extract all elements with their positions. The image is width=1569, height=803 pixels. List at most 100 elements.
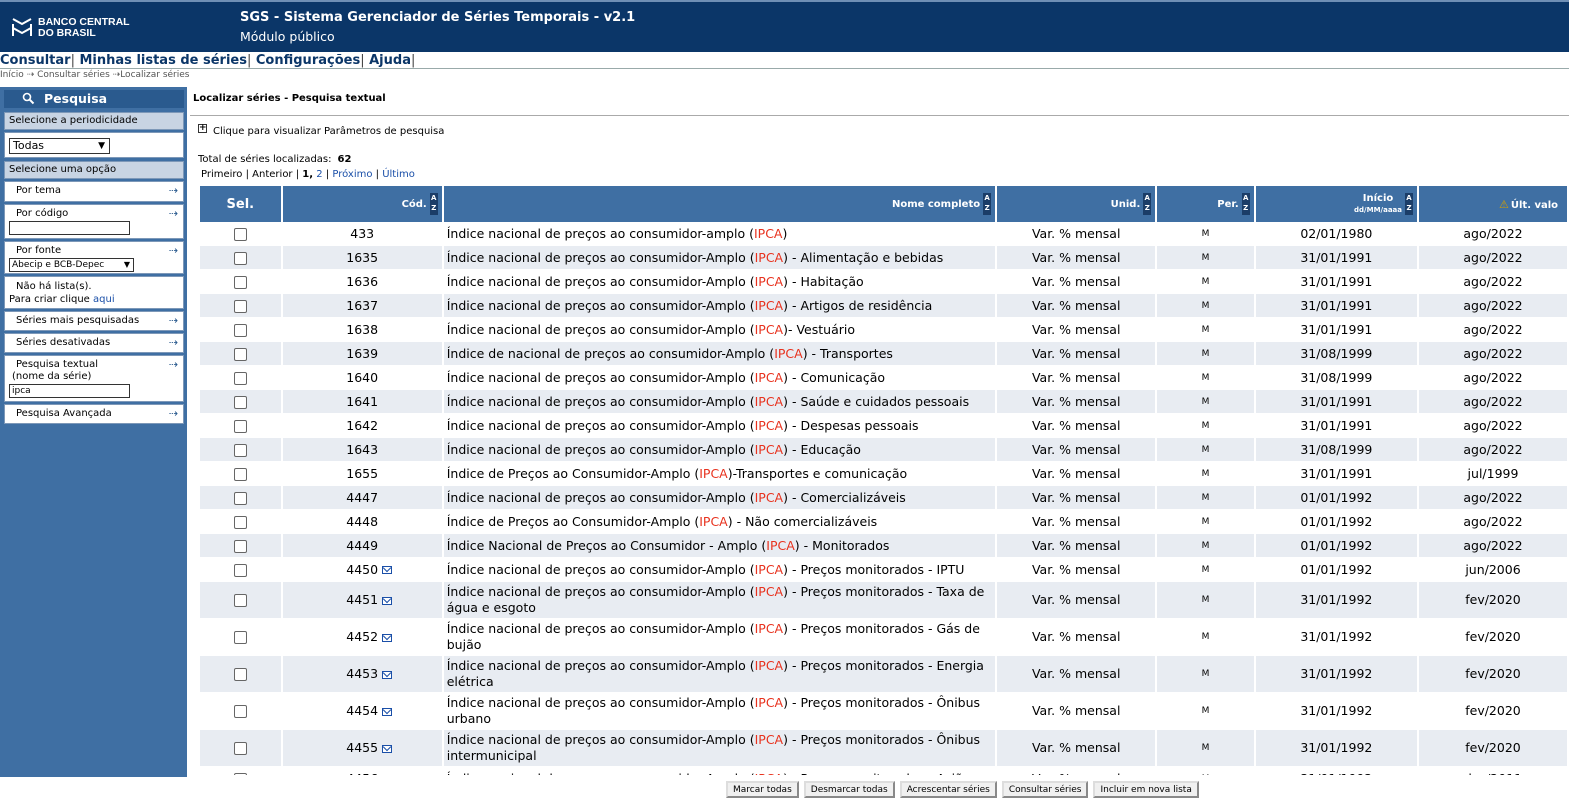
row-code[interactable]: 4450 bbox=[346, 562, 378, 577]
create-list-text: Para criar clique aqui bbox=[9, 294, 115, 305]
code-input[interactable] bbox=[9, 221, 130, 235]
row-checkbox[interactable] bbox=[233, 419, 247, 433]
row-checkbox[interactable] bbox=[233, 251, 247, 265]
row-code[interactable]: 1655 bbox=[346, 466, 378, 481]
row-checkbox[interactable] bbox=[233, 515, 247, 529]
row-code[interactable]: 1640 bbox=[346, 370, 378, 385]
expand-plus-icon[interactable]: + bbox=[198, 124, 207, 133]
row-checkbox[interactable] bbox=[233, 594, 247, 607]
sort-az-icon[interactable]: AZ bbox=[1241, 193, 1250, 215]
row-checkbox[interactable] bbox=[233, 347, 247, 361]
row-checkbox[interactable] bbox=[233, 443, 247, 457]
row-checkbox[interactable] bbox=[233, 323, 247, 337]
pager-last[interactable]: Último bbox=[382, 169, 415, 180]
sort-az-icon[interactable]: AZ bbox=[429, 193, 438, 215]
row-code[interactable]: 4449 bbox=[346, 538, 378, 553]
sort-az-icon[interactable]: AZ bbox=[1405, 193, 1413, 215]
row-code[interactable]: 4448 bbox=[346, 514, 378, 529]
sort-az-icon[interactable]: AZ bbox=[983, 193, 992, 215]
breadcrumb-consultar[interactable]: Consultar séries bbox=[37, 70, 110, 80]
mail-icon[interactable] bbox=[382, 596, 393, 605]
row-code[interactable]: 433 bbox=[350, 226, 374, 241]
row-checkbox[interactable] bbox=[233, 563, 247, 577]
table-row: 1639 Índice de nacional de preços ao cons… bbox=[200, 341, 1569, 366]
menu-consultar[interactable]: Consultar bbox=[0, 53, 71, 68]
row-code[interactable]: 4451 bbox=[346, 592, 378, 607]
row-last-value: jun/2006 bbox=[1418, 557, 1569, 582]
row-unit: Var. % mensal bbox=[996, 461, 1158, 486]
col-header-start[interactable]: Início dd/MM/aaaaA Z bbox=[1254, 186, 1420, 222]
deselect-all-button[interactable]: Desmarcar todas bbox=[803, 781, 895, 798]
menu-configuracoes[interactable]: Configurações bbox=[256, 53, 360, 68]
row-select-cell bbox=[200, 533, 283, 558]
row-checkbox[interactable] bbox=[233, 467, 247, 481]
sidebar-item-by-theme[interactable]: Por tema ⇢ bbox=[4, 181, 184, 202]
mail-icon[interactable] bbox=[382, 707, 393, 716]
row-name-pre: Índice nacional de preços ao consumidor-… bbox=[446, 369, 755, 385]
menu-minhas-listas[interactable]: Minhas listas de séries bbox=[80, 53, 247, 68]
pager-next[interactable]: Próximo bbox=[332, 169, 372, 180]
breadcrumb-inicio[interactable]: Início bbox=[0, 70, 24, 80]
row-code[interactable]: 1636 bbox=[346, 274, 378, 289]
row-checkbox[interactable] bbox=[233, 227, 247, 241]
col-header-unit[interactable]: Unid.A Z bbox=[996, 186, 1158, 222]
sidebar-item-most-searched[interactable]: Séries mais pesquisadas ⇢ bbox=[4, 311, 184, 331]
text-search-input[interactable] bbox=[9, 384, 130, 398]
row-periodicity: M bbox=[1156, 461, 1256, 486]
mail-icon[interactable] bbox=[382, 566, 393, 574]
col-header-per[interactable]: Per.A Z bbox=[1156, 186, 1256, 222]
add-series-button[interactable]: Acrescentar séries bbox=[899, 781, 997, 798]
periodicity-select[interactable]: Todas ▼ bbox=[9, 138, 110, 154]
row-start-date: 01/01/1992 bbox=[1254, 485, 1420, 510]
row-checkbox[interactable] bbox=[233, 539, 247, 553]
row-code[interactable]: 1639 bbox=[346, 346, 378, 361]
sidebar-item-by-code[interactable]: Por código ⇢ bbox=[4, 204, 184, 239]
row-code[interactable]: 1643 bbox=[346, 442, 378, 457]
pager-page-2[interactable]: 2 bbox=[316, 169, 322, 180]
sidebar-item-disabled[interactable]: Séries desativadas ⇢ bbox=[4, 333, 184, 353]
query-series-button[interactable]: Consultar séries bbox=[1001, 781, 1089, 798]
row-name-pre: Índice nacional de preços ao consumidor-… bbox=[446, 417, 755, 433]
mail-icon[interactable] bbox=[382, 633, 393, 642]
mail-icon[interactable] bbox=[382, 744, 393, 753]
params-toggle[interactable]: Clique para visualizar Parâmetros de pes… bbox=[213, 126, 444, 137]
row-checkbox[interactable] bbox=[233, 299, 247, 313]
sidebar-item-by-source[interactable]: Por fonte ⇢ Abecip e BCB-Depec ▼ bbox=[4, 241, 184, 274]
row-code[interactable]: 1641 bbox=[346, 394, 378, 409]
row-checkbox[interactable] bbox=[233, 275, 247, 289]
menu-ajuda[interactable]: Ajuda bbox=[369, 53, 411, 68]
row-checkbox[interactable] bbox=[233, 705, 247, 718]
new-list-button[interactable]: Incluir em nova lista bbox=[1093, 781, 1199, 798]
row-last-value: ago/2022 bbox=[1418, 365, 1569, 390]
row-start-date: 31/01/1991 bbox=[1254, 245, 1420, 270]
row-checkbox[interactable] bbox=[233, 742, 247, 755]
row-checkbox[interactable] bbox=[233, 491, 247, 505]
row-periodicity: M bbox=[1156, 581, 1256, 619]
select-all-button[interactable]: Marcar todas bbox=[726, 781, 799, 798]
row-select-cell bbox=[200, 692, 283, 730]
row-code[interactable]: 4454 bbox=[346, 703, 378, 718]
row-code[interactable]: 4452 bbox=[346, 629, 378, 644]
row-checkbox[interactable] bbox=[233, 395, 247, 409]
row-code[interactable]: 4455 bbox=[346, 740, 378, 755]
row-checkbox[interactable] bbox=[233, 371, 247, 385]
sidebar-item-advanced[interactable]: Pesquisa Avançada ⇢ bbox=[4, 404, 184, 424]
row-code-cell: 1655 bbox=[281, 461, 444, 486]
row-code[interactable]: 1638 bbox=[346, 322, 378, 337]
row-code[interactable]: 1642 bbox=[346, 418, 378, 433]
source-select[interactable]: Abecip e BCB-Depec ▼ bbox=[9, 258, 134, 272]
mail-icon[interactable] bbox=[382, 670, 393, 679]
row-code[interactable]: 4453 bbox=[346, 666, 378, 681]
row-checkbox[interactable] bbox=[233, 668, 247, 681]
sidebar-item-text-search[interactable]: Pesquisa textual (nome da série) ⇢ bbox=[4, 355, 184, 402]
sort-az-icon[interactable]: AZ bbox=[1143, 193, 1152, 215]
row-code[interactable]: 1635 bbox=[346, 250, 378, 265]
col-header-cod[interactable]: Cód.A Z bbox=[281, 186, 444, 222]
row-code[interactable]: 4447 bbox=[346, 490, 378, 505]
create-list-link[interactable]: aqui bbox=[93, 294, 115, 305]
col-header-name[interactable]: Nome completoA Z bbox=[442, 186, 998, 222]
row-name-cell: Índice nacional de preços ao consumidor-… bbox=[442, 557, 998, 582]
row-checkbox[interactable] bbox=[233, 631, 247, 644]
row-periodicity: M bbox=[1156, 269, 1256, 294]
row-code[interactable]: 1637 bbox=[346, 298, 378, 313]
